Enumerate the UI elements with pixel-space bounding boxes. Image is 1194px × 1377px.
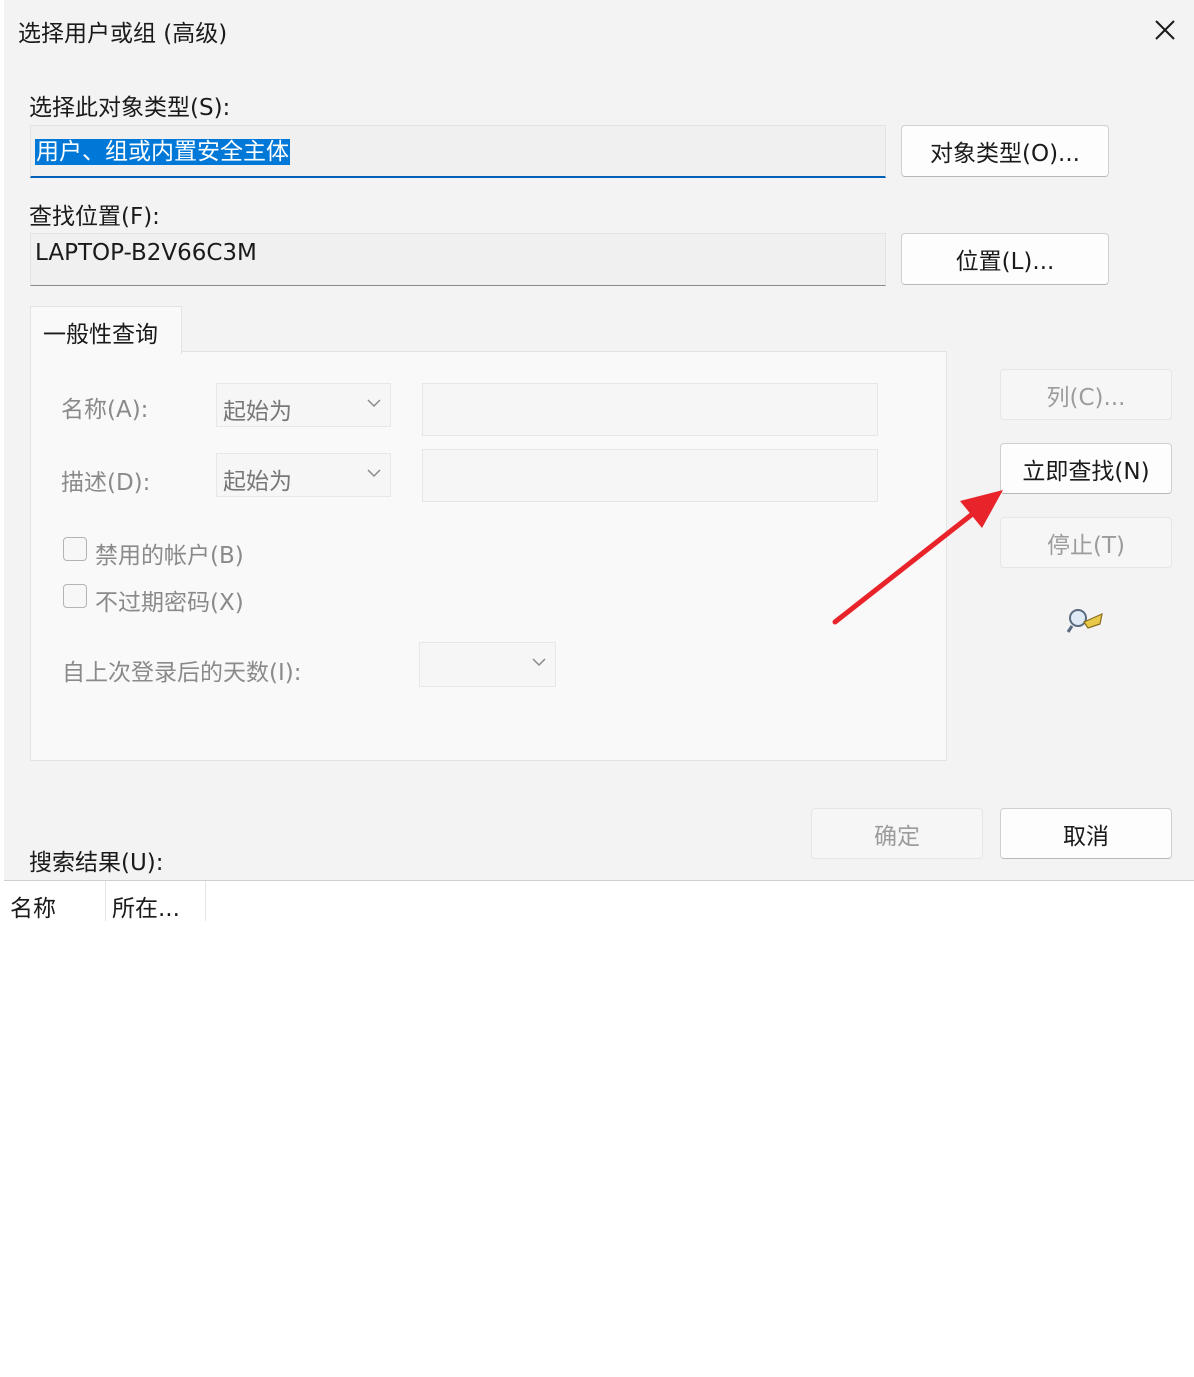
search-results-list[interactable]: 名称 所在... [4,880,1194,1377]
find-now-button[interactable]: 立即查找(N) [1000,443,1172,494]
location-label: 查找位置(F): [29,204,160,230]
column-divider[interactable] [205,881,206,921]
chevron-down-icon [532,658,546,667]
search-flashlight-icon [1066,609,1103,633]
location-field[interactable]: LAPTOP-B2V66C3M [30,233,886,286]
object-type-value: 用户、组或内置安全主体 [35,139,290,165]
object-types-button[interactable]: 对象类型(O)... [901,125,1109,177]
disabled-accounts-label: 禁用的帐户(B) [95,543,244,569]
description-text-input[interactable] [422,449,878,502]
ok-button[interactable]: 确定 [811,808,983,859]
chevron-down-icon [367,399,381,408]
search-results-label: 搜索结果(U): [29,850,164,876]
non-expiring-password-checkbox[interactable] [63,584,87,608]
name-mode-combo[interactable]: 起始为 [216,383,391,427]
object-type-field[interactable]: 用户、组或内置安全主体 [30,125,886,178]
object-type-label: 选择此对象类型(S): [29,95,231,121]
column-header-folder[interactable]: 所在... [106,881,205,922]
cancel-button[interactable]: 取消 [1000,808,1172,859]
description-label: 描述(D): [61,470,151,496]
days-since-login-label: 自上次登录后的天数(I): [62,660,302,686]
column-header-name[interactable]: 名称 [4,881,105,922]
description-mode-combo[interactable]: 起始为 [216,453,391,497]
title-bar: 选择用户或组 (高级) [4,0,1194,58]
name-text-input[interactable] [422,383,878,436]
tab-common-queries[interactable]: 一般性查询 [30,306,182,354]
locations-button[interactable]: 位置(L)... [901,233,1109,285]
name-label: 名称(A): [61,397,149,423]
non-expiring-password-label: 不过期密码(X) [95,590,244,616]
close-button[interactable] [1144,10,1186,50]
days-since-login-combo[interactable] [419,642,556,687]
stop-button[interactable]: 停止(T) [1000,517,1172,568]
disabled-accounts-checkbox[interactable] [63,537,87,561]
chevron-down-icon [367,469,381,478]
name-mode-value: 起始为 [223,399,292,425]
window-title: 选择用户或组 (高级) [18,21,228,47]
columns-button[interactable]: 列(C)... [1000,369,1172,420]
description-mode-value: 起始为 [223,469,292,495]
location-value: LAPTOP-B2V66C3M [35,240,257,266]
tab-common-queries-label: 一般性查询 [43,322,158,348]
close-icon [1155,20,1175,40]
common-queries-panel: 名称(A): 起始为 描述(D): 起始为 禁用的帐户(B) 不过期密码(X) … [30,351,947,761]
